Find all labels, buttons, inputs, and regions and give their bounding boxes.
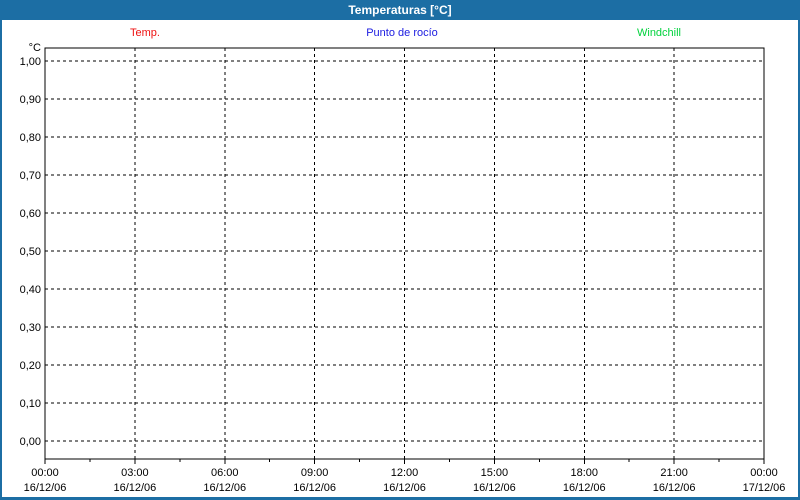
y-tick-label: 0,80 <box>20 132 41 144</box>
y-tick-label: 0,00 <box>20 436 41 448</box>
x-tick-date-label: 16/12/06 <box>203 482 246 494</box>
y-tick-label: 1,00 <box>20 56 41 68</box>
x-tick-date-label: 16/12/06 <box>24 482 67 494</box>
chart-window: Temperaturas [°C] Temp. Punto de rocío Win… <box>0 0 800 500</box>
x-tick-time-label: 18:00 <box>570 467 598 479</box>
x-tick-date-label: 16/12/06 <box>383 482 426 494</box>
x-tick-time-label: 09:00 <box>301 467 329 479</box>
x-tick-time-label: 03:00 <box>121 467 149 479</box>
y-tick-label: 0,70 <box>20 170 41 182</box>
y-tick-label: 0,40 <box>20 284 41 296</box>
x-tick-date-label: 16/12/06 <box>113 482 156 494</box>
y-axis-unit-label: °C <box>29 42 41 54</box>
x-tick-time-label: 00:00 <box>31 467 59 479</box>
y-tick-label: 0,10 <box>20 398 41 410</box>
x-tick-date-label: 16/12/06 <box>473 482 516 494</box>
y-tick-label: 0,60 <box>20 208 41 220</box>
x-tick-date-label: 16/12/06 <box>293 482 336 494</box>
x-tick-time-label: 00:00 <box>750 467 778 479</box>
x-tick-time-label: 12:00 <box>391 467 419 479</box>
x-tick-time-label: 06:00 <box>211 467 239 479</box>
x-tick-time-label: 15:00 <box>481 467 509 479</box>
x-tick-date-label: 16/12/06 <box>563 482 606 494</box>
y-tick-label: 0,20 <box>20 360 41 372</box>
x-tick-time-label: 21:00 <box>660 467 688 479</box>
y-tick-label: 0,50 <box>20 246 41 258</box>
x-tick-date-label: 17/12/06 <box>743 482 786 494</box>
x-tick-date-label: 16/12/06 <box>653 482 696 494</box>
chart-plot-area: 1,00 0,90 0,80 0,70 0,60 0,50 0,40 0,30 0,20 0,10… <box>20 42 786 494</box>
y-tick-label: 0,90 <box>20 94 41 106</box>
y-tick-label: 0,30 <box>20 322 41 334</box>
